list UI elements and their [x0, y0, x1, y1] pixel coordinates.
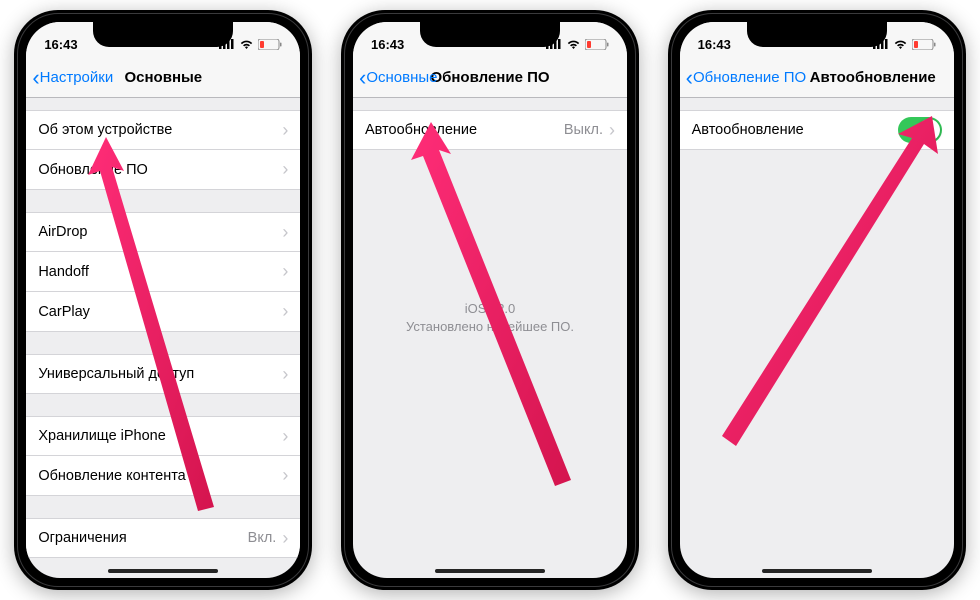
row-airdrop[interactable]: AirDrop›	[26, 212, 300, 252]
screen: 16:43 ‹ Обновление ПО Автообновление Авт…	[680, 22, 954, 578]
toggle-knob	[918, 119, 940, 141]
nav-bar: ‹ Обновление ПО Автообновление	[680, 58, 954, 98]
settings-list[interactable]: Об этом устройстве› Обновление ПО› AirDr…	[26, 110, 300, 578]
chevron-right-icon: ›	[282, 465, 288, 486]
update-info: iOS 12.0 Установлено новейшее ПО.	[353, 300, 627, 336]
wifi-icon	[893, 39, 908, 50]
chevron-right-icon: ›	[282, 222, 288, 243]
phone-frame: 16:43 ‹ Обновление ПО Автообновление Авт…	[668, 10, 966, 590]
ios-version: iOS 12.0	[373, 300, 607, 318]
chevron-left-icon: ‹	[32, 67, 39, 89]
wifi-icon	[566, 39, 581, 50]
battery-icon	[258, 39, 282, 50]
row-carplay[interactable]: CarPlay›	[26, 292, 300, 332]
chevron-right-icon: ›	[282, 426, 288, 447]
row-about[interactable]: Об этом устройстве›	[26, 110, 300, 150]
notch	[93, 22, 233, 47]
nav-bar: ‹ Основные Обновление ПО	[353, 58, 627, 98]
notch	[747, 22, 887, 47]
status-time: 16:43	[371, 37, 404, 52]
row-value: Выкл.	[564, 122, 603, 138]
row-background-refresh[interactable]: Обновление контента›	[26, 456, 300, 496]
chevron-right-icon: ›	[282, 159, 288, 180]
row-auto-update[interactable]: Автообновление Выкл. ›	[353, 110, 627, 150]
phone-frame: 16:43 ‹ Настройки Основные Об этом устро…	[14, 10, 312, 590]
back-label: Основные	[366, 69, 437, 86]
status-time: 16:43	[698, 37, 731, 52]
wifi-icon	[239, 39, 254, 50]
back-button[interactable]: ‹ Основные	[359, 67, 438, 89]
row-label: Автообновление	[365, 122, 564, 138]
battery-icon	[912, 39, 936, 50]
row-label: Обновление контента	[38, 468, 282, 484]
row-label: Обновление ПО	[38, 162, 282, 178]
row-label: Ограничения	[38, 530, 247, 546]
row-label: CarPlay	[38, 304, 282, 320]
back-button[interactable]: ‹ Настройки	[32, 67, 113, 89]
chevron-right-icon: ›	[282, 364, 288, 385]
auto-update-toggle[interactable]	[898, 117, 942, 143]
chevron-right-icon: ›	[609, 120, 615, 141]
phone-frame: 16:43 ‹ Основные Обновление ПО Автообнов…	[341, 10, 639, 590]
back-button[interactable]: ‹ Обновление ПО	[686, 67, 807, 89]
row-storage[interactable]: Хранилище iPhone›	[26, 416, 300, 456]
home-indicator	[108, 569, 218, 573]
row-label: AirDrop	[38, 224, 282, 240]
home-indicator	[435, 569, 545, 573]
row-value: Вкл.	[248, 530, 277, 546]
status-time: 16:43	[44, 37, 77, 52]
chevron-left-icon: ‹	[686, 67, 693, 89]
chevron-right-icon: ›	[282, 301, 288, 322]
row-auto-update-toggle[interactable]: Автообновление	[680, 110, 954, 150]
chevron-right-icon: ›	[282, 528, 288, 549]
back-label: Настройки	[40, 69, 114, 86]
notch	[420, 22, 560, 47]
row-label: Хранилище iPhone	[38, 428, 282, 444]
screen: 16:43 ‹ Настройки Основные Об этом устро…	[26, 22, 300, 578]
chevron-right-icon: ›	[282, 261, 288, 282]
row-label: Об этом устройстве	[38, 122, 282, 138]
row-restrictions[interactable]: ОграниченияВкл. ›	[26, 518, 300, 558]
auto-update-list: Автообновление	[680, 110, 954, 150]
row-label: Универсальный доступ	[38, 366, 282, 382]
row-accessibility[interactable]: Универсальный доступ›	[26, 354, 300, 394]
update-status: Установлено новейшее ПО.	[373, 318, 607, 336]
screen: 16:43 ‹ Основные Обновление ПО Автообнов…	[353, 22, 627, 578]
battery-icon	[585, 39, 609, 50]
row-label: Handoff	[38, 264, 282, 280]
home-indicator	[762, 569, 872, 573]
row-handoff[interactable]: Handoff›	[26, 252, 300, 292]
annotation-arrow	[720, 116, 940, 456]
row-label: Автообновление	[692, 122, 898, 138]
update-list: Автообновление Выкл. › iOS 12.0 Установл…	[353, 110, 627, 336]
chevron-right-icon: ›	[282, 120, 288, 141]
chevron-left-icon: ‹	[359, 67, 366, 89]
nav-bar: ‹ Настройки Основные	[26, 58, 300, 98]
back-label: Обновление ПО	[693, 69, 806, 86]
row-software-update[interactable]: Обновление ПО›	[26, 150, 300, 190]
